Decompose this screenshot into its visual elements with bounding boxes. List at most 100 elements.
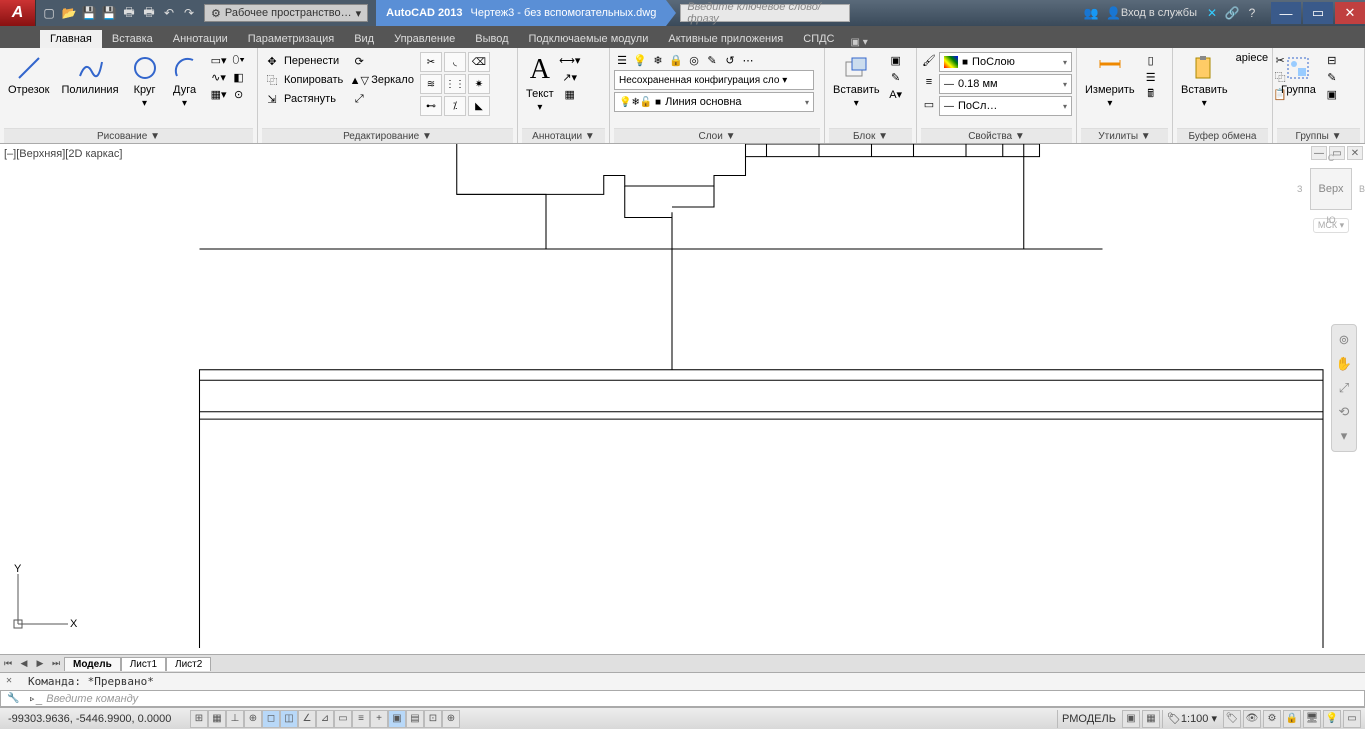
osnap-toggle[interactable]: ◻ — [262, 710, 280, 728]
layer-lock-icon[interactable]: 🔒 — [668, 52, 684, 68]
layer-combo[interactable]: 💡❄🔓 ■ Линия основна▾ — [614, 92, 814, 112]
panel-annot-title[interactable]: Аннотации ▼ — [522, 128, 605, 143]
calc-icon[interactable]: 🖩 — [1143, 86, 1159, 102]
lwt-toggle[interactable]: ≡ — [352, 710, 370, 728]
layer-props-icon[interactable]: ☰ — [614, 52, 630, 68]
minimize-button[interactable]: — — [1271, 2, 1301, 24]
grid-toggle[interactable]: ▦ — [208, 710, 226, 728]
tab-plugins[interactable]: Подключаемые модули — [519, 30, 659, 48]
lt-prev-icon[interactable]: ◀ — [16, 658, 32, 669]
panel-clip-title[interactable]: Буфер обмена — [1177, 128, 1268, 143]
tab-view[interactable]: Вид — [344, 30, 384, 48]
measure-button[interactable]: Измерить▾ — [1081, 52, 1139, 111]
tab-home[interactable]: Главная — [40, 30, 102, 48]
command-input[interactable]: ▹_Введите команду — [0, 690, 1365, 707]
group-edit-icon[interactable]: ✎ — [1324, 69, 1340, 85]
rotate-button[interactable]: ⟳ — [349, 52, 416, 70]
lt-next-icon[interactable]: ▶ — [32, 658, 48, 669]
point-icon[interactable]: ⊙ — [231, 86, 247, 102]
arc-button[interactable]: Дуга▾ — [167, 52, 203, 111]
dim-icon[interactable]: ⟷▾ — [562, 52, 578, 68]
plot-icon[interactable]: 🖶 — [120, 4, 138, 22]
scale-button[interactable]: ⤢ — [349, 90, 416, 108]
isolate-icon[interactable]: 💡 — [1323, 710, 1341, 728]
plot-style-icon[interactable]: ▭ — [921, 96, 937, 112]
tab-param[interactable]: Параметризация — [238, 30, 344, 48]
attr-icon[interactable]: A▾ — [888, 86, 904, 102]
people-icon[interactable]: 👥 — [1082, 4, 1100, 22]
viewcube[interactable]: С В Ю З Верх — [1310, 168, 1352, 210]
mirror-button[interactable]: ▲▽Зеркало — [349, 71, 416, 89]
explode-icon[interactable]: ✷ — [468, 74, 490, 94]
link-icon[interactable]: 🔗 — [1223, 4, 1241, 22]
table-icon[interactable]: ▦ — [562, 86, 578, 102]
insert-block-button[interactable]: Вставить▾ — [829, 52, 884, 111]
ellipse-icon[interactable]: ⬯▾ — [231, 52, 247, 68]
layer-state-combo[interactable]: Несохраненная конфигурация сло ▾ — [614, 70, 814, 90]
ws-switch-icon[interactable]: ⚙ — [1263, 710, 1281, 728]
undo-icon[interactable]: ↶ — [160, 4, 178, 22]
select-icon[interactable]: ▯ — [1143, 52, 1159, 68]
create-block-icon[interactable]: ▣ — [888, 52, 904, 68]
toolbar-lock-icon[interactable]: 🔒 — [1283, 710, 1301, 728]
showhide-icon[interactable]: ▾ — [1335, 427, 1353, 445]
save-icon[interactable]: 💾 — [80, 4, 98, 22]
panel-block-title[interactable]: Блок ▼ — [829, 128, 912, 143]
leader-icon[interactable]: ↗▾ — [562, 69, 578, 85]
redo-icon[interactable]: ↷ — [180, 4, 198, 22]
layer-more-icon[interactable]: ⋯ — [740, 52, 756, 68]
group-bb-icon[interactable]: ▣ — [1324, 86, 1340, 102]
panel-util-title[interactable]: Утилиты ▼ — [1081, 128, 1168, 143]
plot2-icon[interactable]: 🖶 — [140, 4, 158, 22]
text-button[interactable]: AТекст▾ — [522, 52, 558, 115]
saveas-icon[interactable]: 💾 — [100, 4, 118, 22]
chamfer-icon[interactable]: ◣ — [468, 96, 490, 116]
fullnav-icon[interactable]: ⊚ — [1335, 331, 1353, 349]
tab-spds[interactable]: СПДС — [793, 30, 844, 48]
annovisible-icon[interactable]: 👁 — [1243, 710, 1261, 728]
panel-layers-title[interactable]: Слои ▼ — [614, 128, 820, 143]
tab-layout1[interactable]: Лист1 — [121, 657, 166, 671]
snap-toggle[interactable]: ⊞ — [190, 710, 208, 728]
tab-layout2[interactable]: Лист2 — [166, 657, 211, 671]
new-icon[interactable]: ▢ — [40, 4, 58, 22]
region-icon[interactable]: ◧ — [231, 69, 247, 85]
rect-icon[interactable]: ▭▾ — [211, 52, 227, 68]
coords-display[interactable]: -99303.9636, -5446.9900, 0.0000 — [0, 713, 190, 725]
erase-icon[interactable]: ⌫ — [468, 52, 490, 72]
lt-first-icon[interactable]: ⏮ — [0, 658, 16, 669]
edit-block-icon[interactable]: ✎ — [888, 69, 904, 85]
lt-last-icon[interactable]: ⏭ — [48, 658, 64, 669]
hardware-icon[interactable]: 🖥 — [1303, 710, 1321, 728]
panel-draw-title[interactable]: Рисование ▼ — [4, 128, 253, 143]
ortho-toggle[interactable]: ⊥ — [226, 710, 244, 728]
tab-active[interactable]: Активные приложения — [658, 30, 793, 48]
qp-toggle[interactable]: ▣ — [388, 710, 406, 728]
layer-prev-icon[interactable]: ↺ — [722, 52, 738, 68]
tab-manage[interactable]: Управление — [384, 30, 465, 48]
tab-model[interactable]: Модель — [64, 657, 121, 671]
move-button[interactable]: ✥Перенести — [262, 52, 345, 70]
linetype-combo[interactable]: — ПоСл…▾ — [939, 96, 1072, 116]
clean-icon[interactable]: ▭ — [1343, 710, 1361, 728]
workspace-combo[interactable]: ⚙ Рабочее пространство… ▾ — [204, 4, 368, 22]
sc-toggle[interactable]: ▤ — [406, 710, 424, 728]
spline-icon[interactable]: ∿▾ — [211, 69, 227, 85]
annoscale-icon[interactable]: 🏷 — [1223, 710, 1241, 728]
maximize-button[interactable]: ▭ — [1303, 2, 1333, 24]
zoom-ext-icon[interactable]: ⤢ — [1335, 379, 1353, 397]
trim-icon[interactable]: ✂ — [420, 52, 442, 72]
lineweight-combo[interactable]: — 0.18 мм▾ — [939, 74, 1072, 94]
pan-icon[interactable]: ✋ — [1335, 355, 1353, 373]
ribbon-expand-icon[interactable]: ▣ ▾ — [845, 37, 874, 48]
layer-off-icon[interactable]: 💡 — [632, 52, 648, 68]
hatch-icon[interactable]: ▦▾ — [211, 86, 227, 102]
panel-edit-title[interactable]: Редактирование ▼ — [262, 128, 513, 143]
break-icon[interactable]: ⁒ — [444, 96, 466, 116]
mon-toggle[interactable]: ⊕ — [442, 710, 460, 728]
polar-toggle[interactable]: ⊕ — [244, 710, 262, 728]
quickview-icon[interactable]: ▦ — [1142, 710, 1160, 728]
stretch-button[interactable]: ⇲Растянуть — [262, 90, 345, 108]
ducs-toggle[interactable]: ⊿ — [316, 710, 334, 728]
line-button[interactable]: Отрезок — [4, 52, 53, 98]
